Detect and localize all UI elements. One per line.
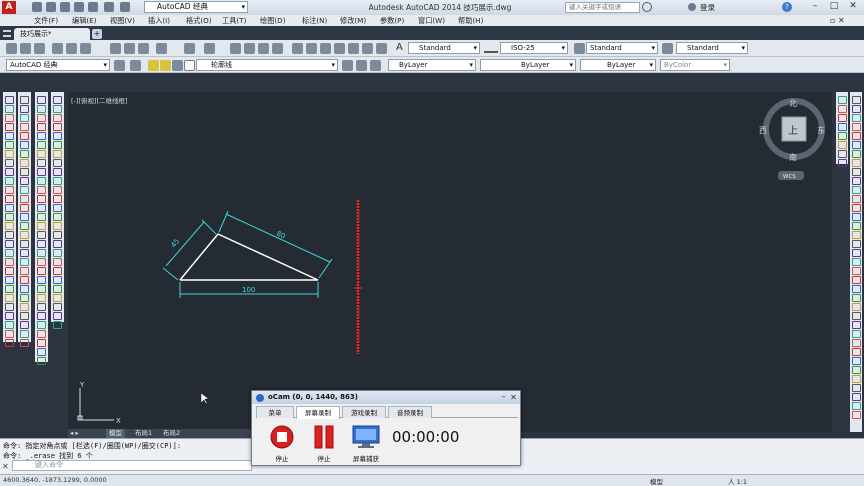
ocam-tab-menu[interactable]: 菜单 bbox=[256, 406, 294, 418]
compass-north: 北 bbox=[789, 99, 797, 108]
annotation-scale[interactable]: 人 1:1 bbox=[728, 476, 747, 486]
status-bar: 4600.3640, -1873.1299, 0.0000 模型 人 1:1 bbox=[0, 474, 864, 486]
tab-model[interactable]: 模型 bbox=[106, 429, 125, 438]
wcs-label: WCS bbox=[783, 174, 796, 180]
dimension-text-45: 45 bbox=[169, 237, 181, 249]
tab-nav-arrows[interactable]: ◂ ▸ bbox=[70, 429, 79, 438]
ocam-close-button[interactable]: ✕ bbox=[509, 393, 518, 402]
command-input[interactable]: 键入命令 bbox=[12, 460, 252, 471]
viewcube[interactable]: 上 北 南 西 东 WCS bbox=[754, 96, 834, 186]
ocam-tab-screen-record[interactable]: 屏幕录制 bbox=[296, 406, 340, 419]
viewcube-top-label: 上 bbox=[788, 125, 798, 137]
dimension-text-80: 80 bbox=[275, 230, 286, 241]
stop-icon bbox=[270, 425, 294, 449]
tab-layout2[interactable]: 布局2 bbox=[160, 429, 183, 438]
ocam-tab-audio-record[interactable]: 音频录制 bbox=[388, 406, 432, 418]
ocam-tab-bar: 菜单 屏幕录制 游戏录制 音频录制 bbox=[256, 406, 518, 419]
ocam-timer: 00:00:00 bbox=[392, 428, 460, 446]
ocam-window: oCam (0, 0, 1440, 863) – ✕ 菜单 屏幕录制 游戏录制 … bbox=[251, 390, 521, 466]
ucs-y-label: Y bbox=[79, 381, 85, 389]
pause-icon bbox=[314, 425, 334, 449]
ocam-pause-label: 停止 bbox=[317, 455, 331, 463]
compass-west: 西 bbox=[759, 126, 767, 135]
compass-east: 东 bbox=[817, 125, 825, 135]
dimension-text-100: 100 bbox=[242, 286, 255, 294]
ocam-logo-icon bbox=[256, 394, 264, 402]
dimension-ext-45a bbox=[162, 267, 179, 281]
ocam-minimize-button[interactable]: – bbox=[499, 393, 508, 402]
ucs-icon: Y X bbox=[77, 381, 121, 425]
coordinate-readout[interactable]: 4600.3640, -1873.1299, 0.0000 bbox=[3, 476, 107, 484]
ocam-tab-game-record[interactable]: 游戏录制 bbox=[342, 406, 386, 418]
autocad-window: A AutoCAD 经典 Autodesk AutoCAD 2014 技巧展示.… bbox=[0, 0, 864, 486]
mouse-pointer-icon bbox=[201, 393, 209, 405]
model-toggle[interactable]: 模型 bbox=[650, 476, 663, 486]
triangle-outline[interactable] bbox=[179, 233, 319, 281]
tab-layout1[interactable]: 布局1 bbox=[132, 429, 155, 438]
ocam-capture-label: 屏幕捕获 bbox=[353, 455, 379, 463]
command-history-1: 命令: 指定对角点或 [栏选(F)/圈围(WP)/圈交(CP)]: bbox=[3, 442, 182, 450]
ocam-capture-button[interactable]: 屏幕捕获 bbox=[348, 425, 384, 463]
compass-south: 南 bbox=[789, 152, 797, 162]
ocam-stop-label: 停止 bbox=[275, 455, 289, 463]
dimension-ext-45b bbox=[201, 219, 217, 235]
dimension-ext-80b bbox=[318, 258, 333, 279]
command-close-icon[interactable]: ✕ bbox=[2, 462, 9, 471]
ocam-stop-button[interactable]: 停止 bbox=[264, 425, 300, 463]
ocam-title[interactable]: oCam (0, 0, 1440, 863) bbox=[252, 391, 520, 404]
ocam-pause-button[interactable]: 停止 bbox=[306, 425, 342, 463]
ucs-x-label: X bbox=[116, 417, 121, 425]
monitor-icon bbox=[352, 425, 380, 448]
dimension-ext-80a bbox=[218, 210, 229, 233]
